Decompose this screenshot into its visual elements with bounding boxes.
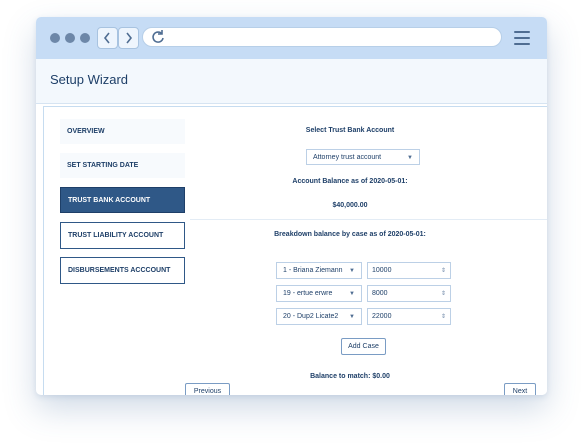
caret-down-icon: ▼: [349, 291, 355, 297]
sidebar-item-label: TRUST LIABILITY ACCOUNT: [68, 232, 164, 239]
case-select-value: 1 - Briana Ziemann: [283, 267, 343, 274]
sidebar-item-label: TRUST BANK ACCOUNT: [68, 197, 151, 204]
sidebar-item-trust-bank-account[interactable]: TRUST BANK ACCOUNT: [60, 187, 185, 213]
url-bar[interactable]: [142, 27, 502, 47]
reload-button[interactable]: [148, 27, 168, 47]
previous-button[interactable]: Previous: [185, 383, 230, 395]
sidebar-item-label: OVERVIEW: [67, 128, 105, 135]
sidebar-item-label: DISBURSEMENTS ACCCOUNT: [68, 267, 171, 274]
case-amount-input[interactable]: 22000 ⇕: [367, 308, 451, 325]
chevron-left-icon: [103, 32, 110, 44]
case-amount-value: 22000: [372, 313, 392, 320]
browser-window: Setup Wizard OVERVIEW SET STARTING DATE …: [36, 17, 547, 395]
page-header: Setup Wizard: [36, 59, 547, 104]
balance-to-match: Balance to match: $0.00: [310, 373, 390, 380]
case-select[interactable]: 20 - Dup2 Licate2 ▼: [276, 308, 362, 325]
window-dot-icon: [65, 33, 75, 43]
breakdown-label: Breakdown balance by case as of 2020-05-…: [274, 231, 426, 238]
page-title: Setup Wizard: [50, 72, 129, 87]
hamburger-icon[interactable]: [514, 31, 530, 45]
window-dot-icon: [50, 33, 60, 43]
caret-down-icon: ▼: [349, 314, 355, 320]
caret-down-icon: ▼: [407, 155, 413, 161]
case-amount-value: 8000: [372, 290, 388, 297]
browser-chrome: [36, 17, 547, 59]
sidebar-item-overview[interactable]: OVERVIEW: [60, 119, 185, 144]
sidebar-item-set-starting-date[interactable]: SET STARTING DATE: [60, 153, 185, 178]
sidebar-item-trust-liability-account[interactable]: TRUST LIABILITY ACCOUNT: [60, 222, 185, 249]
window-dot-icon: [80, 33, 90, 43]
sidebar-item-label: SET STARTING DATE: [67, 162, 139, 169]
case-amount-input[interactable]: 8000 ⇕: [367, 285, 451, 302]
select-value: Attorney trust account: [313, 154, 382, 161]
chevron-right-icon: [126, 32, 133, 44]
select-account-label: Select Trust Bank Account: [305, 127, 395, 134]
trust-account-select[interactable]: Attorney trust account ▼: [306, 149, 420, 165]
case-amount-value: 10000: [372, 267, 392, 274]
sidebar-item-disbursements-account[interactable]: DISBURSEMENTS ACCCOUNT: [60, 257, 185, 284]
case-select-value: 19 - ertue erwre: [283, 290, 333, 297]
balance-value: $40,000.00: [332, 202, 368, 209]
reload-icon: [152, 30, 164, 43]
spinner-icon[interactable]: ⇕: [441, 263, 446, 279]
divider: [190, 219, 547, 220]
next-button[interactable]: Next: [504, 383, 536, 395]
caret-down-icon: ▼: [349, 268, 355, 274]
case-amount-input[interactable]: 10000 ⇕: [367, 262, 451, 279]
add-case-button[interactable]: Add Case: [341, 338, 386, 355]
spinner-icon[interactable]: ⇕: [441, 286, 446, 302]
case-select-value: 20 - Dup2 Licate2: [283, 313, 339, 320]
wizard-panel: OVERVIEW SET STARTING DATE TRUST BANK AC…: [43, 106, 547, 395]
spinner-icon[interactable]: ⇕: [441, 309, 446, 325]
back-button[interactable]: [97, 27, 118, 49]
case-select[interactable]: 1 - Briana Ziemann ▼: [276, 262, 362, 279]
case-select[interactable]: 19 - ertue erwre ▼: [276, 285, 362, 302]
balance-label: Account Balance as of 2020-05-01:: [292, 178, 408, 185]
forward-button[interactable]: [118, 27, 139, 49]
